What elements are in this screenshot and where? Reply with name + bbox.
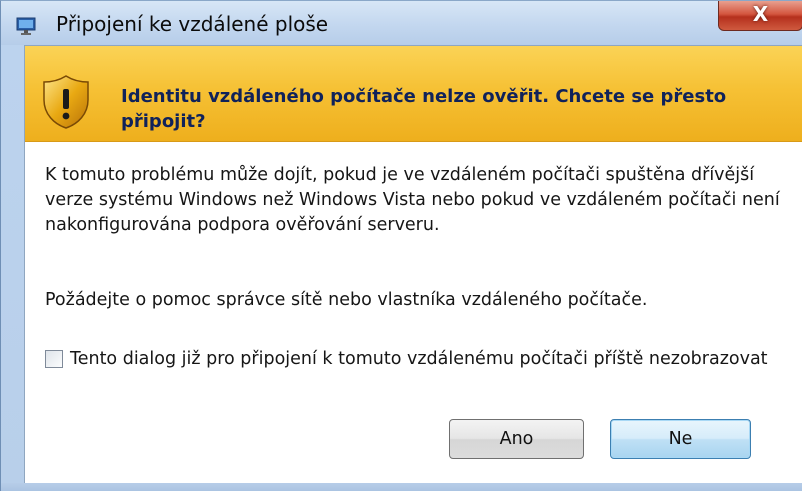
close-button[interactable]: X [718, 1, 802, 31]
title-bar[interactable]: Připojení ke vzdálené ploše X [1, 1, 802, 45]
yes-button[interactable]: Ano [449, 419, 584, 459]
dont-show-again-row[interactable]: Tento dialog již pro připojení k tomuto … [45, 347, 790, 401]
window-bottom-border [1, 483, 802, 491]
help-text: Požádejte o pomoc správce sítě nebo vlas… [45, 290, 648, 310]
dialog-window: Připojení ke vzdálené ploše X Identitu v… [0, 0, 802, 491]
warning-banner: Identitu vzdáleného počítače nelze ověři… [25, 46, 802, 142]
dont-show-again-checkbox[interactable] [45, 350, 63, 368]
description-text: K tomuto problému může dojít, pokud je v… [45, 165, 780, 235]
no-button[interactable]: Ne [610, 419, 751, 459]
dont-show-again-label[interactable]: Tento dialog již pro připojení k tomuto … [70, 347, 770, 372]
close-icon: X [752, 2, 769, 26]
warning-heading: Identitu vzdáleného počítače nelze ověři… [121, 86, 727, 132]
window-title: Připojení ke vzdálené ploše [56, 12, 329, 36]
warning-shield-icon [41, 74, 91, 130]
remote-desktop-icon [15, 16, 41, 36]
dialog-content: Identitu vzdáleného počítače nelze ověři… [24, 45, 802, 483]
